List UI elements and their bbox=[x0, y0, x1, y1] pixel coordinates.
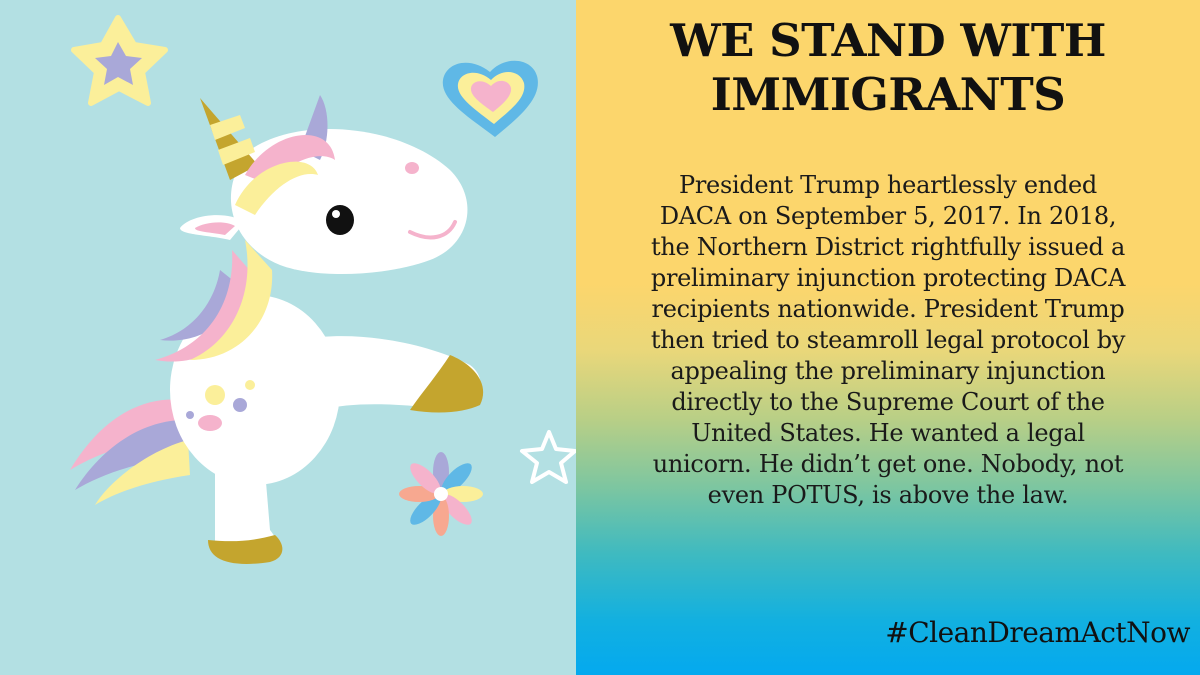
body-line: unicorn. He didn’t get one. Nobody, not bbox=[652, 450, 1124, 478]
unicorn-eye bbox=[326, 205, 354, 235]
body-line: United States. He wanted a legal bbox=[691, 419, 1085, 447]
body-line: DACA on September 5, 2017. In 2018, bbox=[659, 202, 1117, 230]
body-line: President Trump heartlessly ended bbox=[679, 171, 1097, 199]
message-panel: WE STAND WITH IMMIGRANTS President Trump… bbox=[576, 0, 1200, 675]
star-icon bbox=[71, 15, 168, 106]
body-line: preliminary injunction protecting DACA bbox=[650, 264, 1126, 292]
graphic-canvas: WE STAND WITH IMMIGRANTS President Trump… bbox=[0, 0, 1200, 675]
unicorn-illustration bbox=[70, 15, 576, 564]
body-line: even POTUS, is above the law. bbox=[707, 481, 1069, 509]
body-line: directly to the Supreme Court of the bbox=[671, 388, 1105, 416]
unicorn-horn bbox=[200, 98, 258, 180]
unicorn-tail bbox=[70, 399, 190, 505]
body-line: appealing the preliminary injunction bbox=[670, 357, 1106, 385]
body-line: recipients nationwide. President Trump bbox=[651, 295, 1125, 323]
illustration-panel bbox=[0, 0, 576, 675]
headline-line: WE STAND WITH bbox=[670, 14, 1106, 67]
headline-line: IMMIGRANTS bbox=[710, 68, 1066, 121]
body-line: then tried to steamroll legal protocol b… bbox=[650, 326, 1126, 354]
flower-icon bbox=[399, 452, 483, 536]
headline: WE STAND WITH IMMIGRANTS bbox=[576, 14, 1200, 122]
star-outline-icon bbox=[520, 430, 576, 484]
body-paragraph: President Trump heartlessly ended DACA o… bbox=[576, 170, 1200, 511]
hashtag: #CleanDreamActNow bbox=[885, 616, 1190, 649]
heart-icon bbox=[442, 60, 538, 137]
body-line: the Northern District rightfully issued … bbox=[651, 233, 1125, 261]
